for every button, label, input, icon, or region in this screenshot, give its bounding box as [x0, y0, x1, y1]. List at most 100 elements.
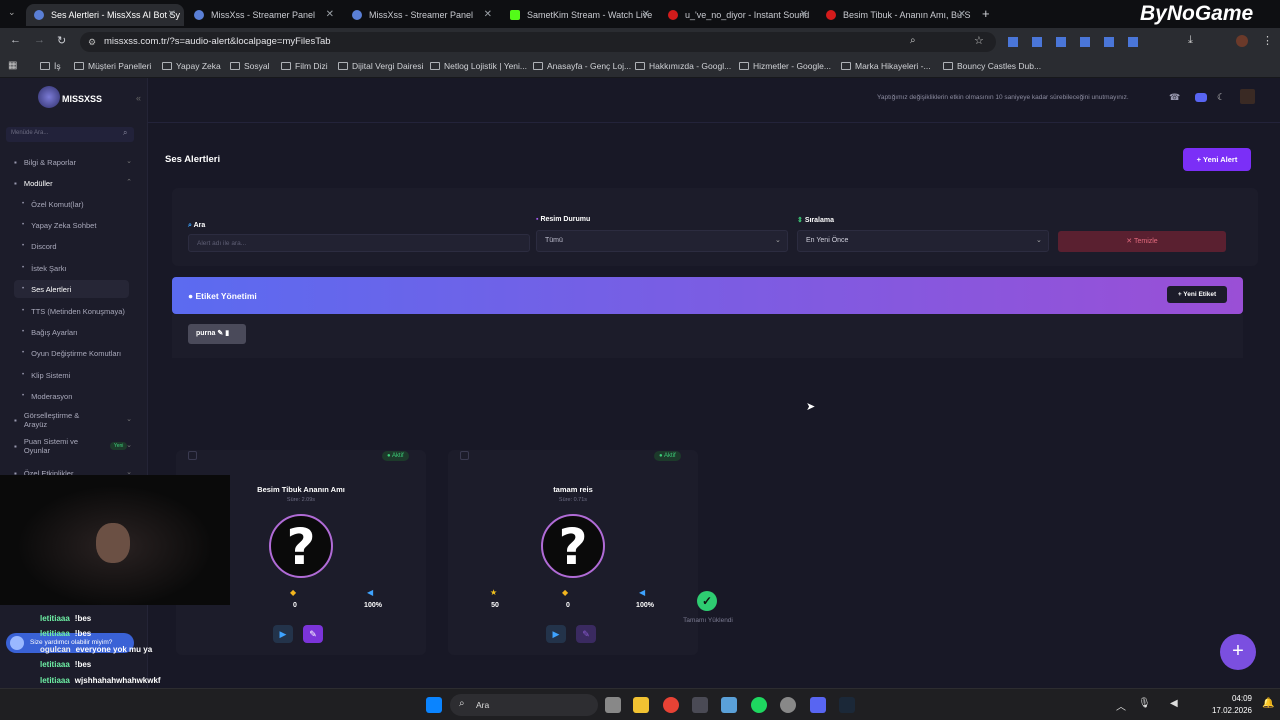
bullet-icon: •: [22, 222, 25, 228]
chrome-icon[interactable]: [663, 697, 679, 713]
sidebar-item[interactable]: • Yapay Zeka Sohbet: [14, 216, 129, 234]
bookmark-marka[interactable]: Marka Hikayeleri -...: [841, 61, 931, 71]
collapse-sidebar-icon[interactable]: «: [136, 93, 141, 103]
discord-icon[interactable]: [1195, 93, 1207, 102]
bookmark-hakkimizda[interactable]: Hakkımızda - Googl...: [635, 61, 731, 71]
sidebar-item[interactable]: • Oyun Değiştirme Komutları: [14, 344, 129, 362]
sidebar-item[interactable]: • Ses Alertleri: [14, 280, 129, 298]
sidebar-item[interactable]: • Bağış Ayarları: [14, 323, 129, 341]
select-checkbox[interactable]: [188, 451, 197, 460]
tab-ses-alertleri[interactable]: Ses Alertleri - MissXss AI Bot Sy ✕: [26, 4, 184, 26]
sort-select[interactable]: En Yeni Önce ⌄: [797, 230, 1049, 252]
start-icon[interactable]: [426, 697, 442, 713]
sidebar-item[interactable]: • İstek Şarkı: [14, 259, 129, 277]
edit-icon[interactable]: ✎: [217, 330, 223, 337]
profile-avatar[interactable]: [1236, 35, 1248, 47]
assistant-avatar: [10, 636, 24, 650]
menu-icon[interactable]: ⋮: [1262, 34, 1273, 47]
file-explorer-icon[interactable]: [633, 697, 649, 713]
sidebar-item[interactable]: ▪ Görselleştirme & Arayüz ⌄: [6, 411, 134, 429]
obs-icon[interactable]: [692, 697, 708, 713]
clock-time[interactable]: 04:09: [1222, 694, 1252, 703]
sidebar-item-label: Bilgi & Raporlar: [23, 157, 76, 167]
tray-chevron-icon[interactable]: ︿: [1116, 698, 1126, 713]
tag-list: purna ✎ ▮: [172, 314, 1243, 358]
floating-add-button[interactable]: +: [1220, 634, 1256, 670]
edit-button[interactable]: ✎: [303, 625, 323, 643]
webcam-overlay: [0, 475, 230, 605]
sidebar-item-label: Puan Sistemi ve Oyunlar: [23, 437, 79, 455]
tab-search-icon[interactable]: ⌄: [8, 7, 16, 18]
volume-value: 100%: [636, 602, 654, 609]
clock-date[interactable]: 17.02.2026: [1208, 706, 1252, 715]
theme-toggle-icon[interactable]: ☾: [1217, 92, 1225, 103]
sidebar-item[interactable]: ▪ Bilgi & Raporlar ⌄: [6, 153, 134, 171]
url-field[interactable]: ⚙ missxss.com.tr/?s=audio-alert&localpage…: [80, 32, 996, 52]
zoom-icon[interactable]: ⌕: [910, 35, 916, 46]
tab-streamer-panel-1[interactable]: MissXss - Streamer Panel ✕: [186, 4, 342, 26]
close-icon: ✕: [641, 9, 650, 20]
discord-icon[interactable]: [810, 697, 826, 713]
back-icon[interactable]: ←: [10, 34, 21, 46]
sidebar-item[interactable]: • Özel Komut(lar): [14, 195, 129, 213]
bookmark-is[interactable]: İş: [40, 61, 61, 71]
tab-streamer-panel-2[interactable]: MissXss - Streamer Panel ✕: [344, 4, 500, 26]
volume-icon[interactable]: ◀: [1170, 698, 1178, 709]
support-icon[interactable]: ☎: [1169, 92, 1180, 103]
bookmark-anasayfa[interactable]: Anasayfa - Genç Loj...: [533, 61, 631, 71]
forward-icon[interactable]: →: [34, 34, 45, 46]
select-checkbox[interactable]: [460, 451, 469, 460]
alert-duration: Süre: 0.71s: [558, 497, 588, 503]
alert-search-input[interactable]: Alert adı ile ara...: [188, 234, 530, 252]
spotify-icon[interactable]: [751, 697, 767, 713]
steam-icon[interactable]: [839, 697, 855, 713]
taskbar-search[interactable]: ⌕ Ara: [450, 694, 598, 716]
bookmark-netlog[interactable]: Netlog Lojistik | Yeni...: [430, 61, 527, 71]
sidebar-item[interactable]: ▪ Puan Sistemi ve Oyunlar Yeni ⌄: [6, 437, 134, 455]
mic-icon[interactable]: 🎙: [1138, 698, 1151, 709]
bookmark-bouncy[interactable]: Bouncy Castles Dub...: [943, 61, 1041, 71]
bookmark-yapay-zeka[interactable]: Yapay Zeka: [162, 61, 221, 71]
bookmark-vergi[interactable]: Dijital Vergi Dairesi: [338, 61, 423, 71]
sidebar-item[interactable]: • Discord: [14, 237, 129, 255]
sidebar-item[interactable]: • Klip Sistemi: [14, 366, 129, 384]
tag-management-title: ● Etiket Yönetimi: [188, 291, 257, 301]
clear-filters-button[interactable]: ✕ Temizle: [1058, 231, 1226, 252]
star-icon: ★: [490, 588, 498, 597]
bookmark-film-dizi[interactable]: Film Dizi: [281, 61, 328, 71]
bookmark-hizmetler[interactable]: Hizmetler - Google...: [739, 61, 831, 71]
bullet-icon: •: [22, 372, 25, 378]
apps-icon[interactable]: ▦: [8, 60, 17, 71]
bookmark-musteri[interactable]: Müşteri Panelleri: [74, 61, 151, 71]
edit-button[interactable]: ✎: [576, 625, 596, 643]
new-tab-icon[interactable]: +: [982, 6, 990, 21]
new-tag-button[interactable]: + Yeni Etiket: [1167, 286, 1227, 303]
tab-instant-sound-1[interactable]: u_'ve_no_diyor - Instant Sound ✕: [660, 4, 816, 26]
sidebar-item[interactable]: • Moderasyon: [14, 387, 129, 405]
tag-chip[interactable]: purna ✎ ▮: [188, 324, 246, 344]
task-view-icon[interactable]: [605, 697, 621, 713]
bookmark-sosyal[interactable]: Sosyal: [230, 61, 270, 71]
trash-icon[interactable]: ▮: [225, 330, 229, 337]
user-avatar[interactable]: [1240, 89, 1255, 104]
sidebar-item[interactable]: • TTS (Metinden Konuşmaya): [14, 302, 129, 320]
play-button[interactable]: ▶: [546, 625, 566, 643]
tab-sametkim-stream[interactable]: SametKim Stream - Watch Live ✕: [502, 4, 658, 26]
group-icon: ▪: [14, 415, 17, 425]
chat-username: letitiaaa: [40, 660, 70, 669]
new-alert-button[interactable]: + Yeni Alert: [1183, 148, 1251, 171]
tab-instant-sound-2[interactable]: Besim Tibuk - Ananın Amı, Bu S ✕: [818, 4, 974, 26]
sidebar-item[interactable]: ▪ Modüller ⌃: [6, 174, 134, 192]
app-icon[interactable]: [780, 697, 796, 713]
play-button[interactable]: ▶: [273, 625, 293, 643]
app-icon[interactable]: [721, 697, 737, 713]
reload-icon[interactable]: ↻: [57, 34, 66, 47]
chat-text: everyone yok mu ya: [75, 645, 153, 654]
image-status-select[interactable]: Tümü ⌄: [536, 230, 788, 252]
sidebar-search-input[interactable]: Menüde Ara... ⌕: [6, 127, 134, 142]
new-badge: Yeni: [109, 442, 128, 450]
extension-icons[interactable]: [1008, 37, 1138, 47]
download-icon[interactable]: ⤓: [1188, 34, 1193, 47]
notification-icon[interactable]: 🔔: [1262, 698, 1274, 709]
bookmark-star-icon[interactable]: ☆: [974, 34, 984, 47]
